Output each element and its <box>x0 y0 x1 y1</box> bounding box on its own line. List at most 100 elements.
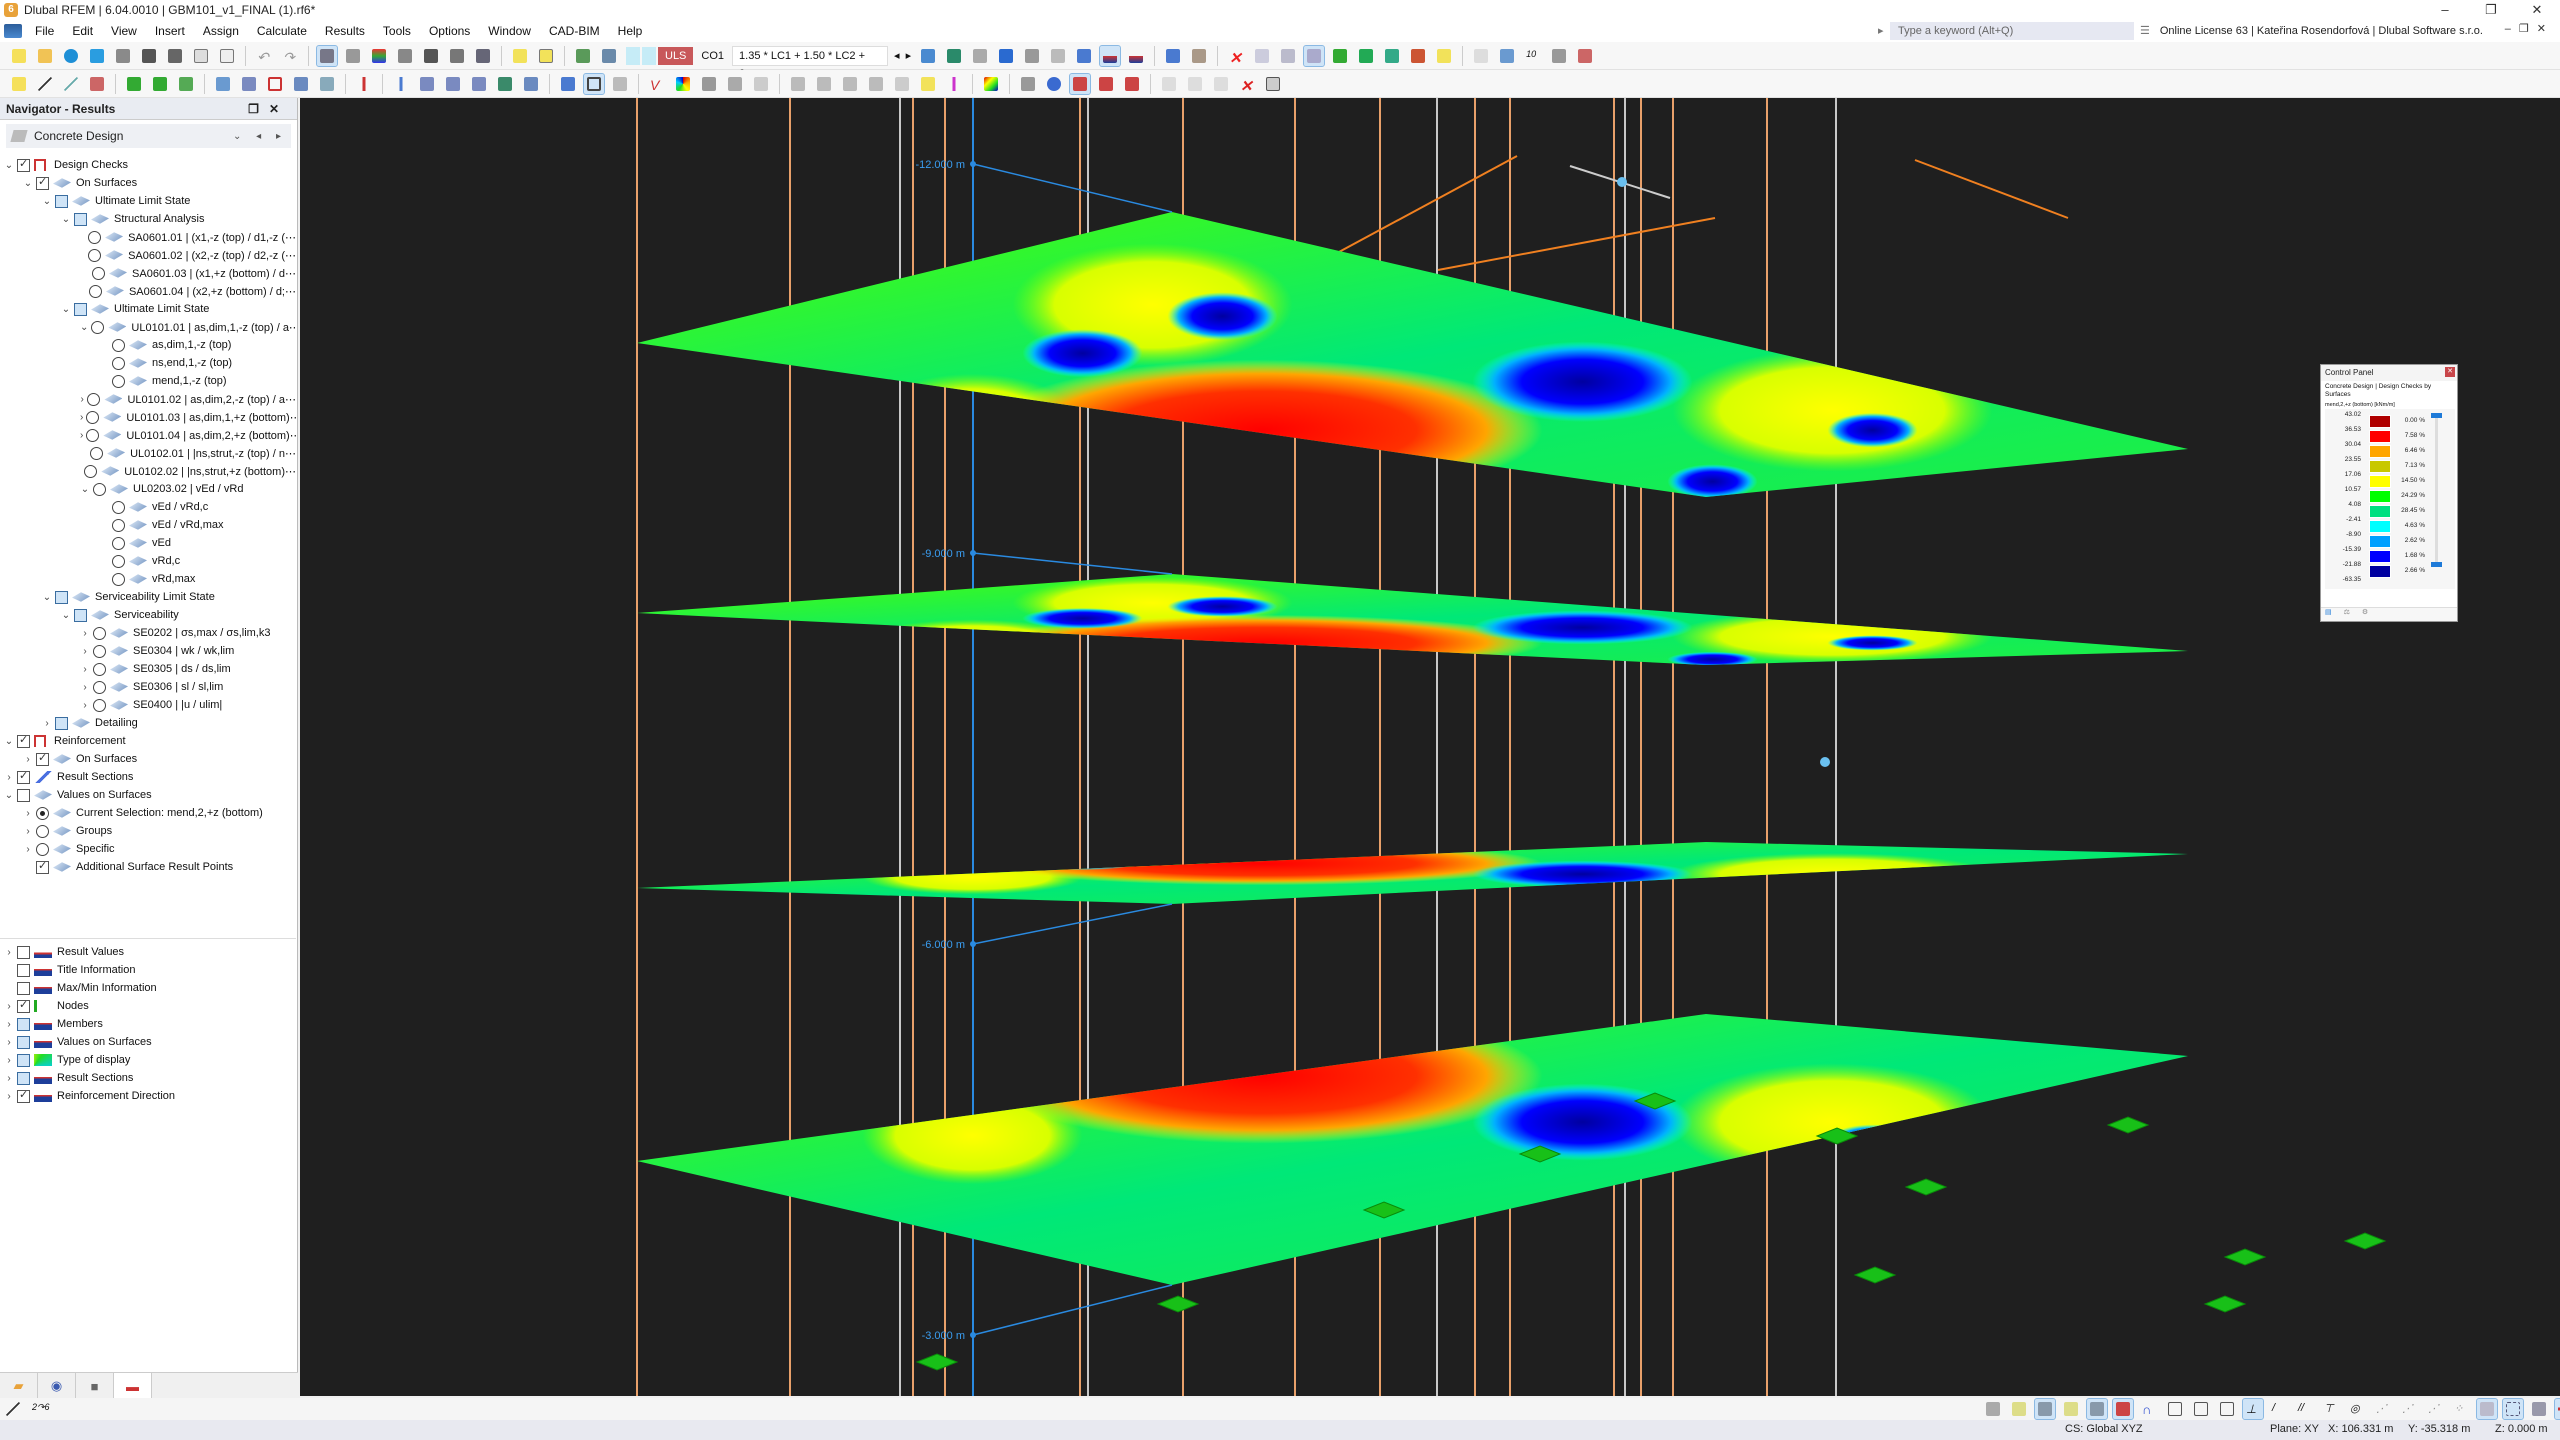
tree-item[interactable]: vEd / vRd,max <box>0 516 296 534</box>
result-settings-icon[interactable] <box>1163 46 1183 66</box>
menu-view[interactable]: View <box>102 24 146 38</box>
radio-button[interactable] <box>112 518 125 532</box>
tab-views[interactable]: ■ <box>76 1373 114 1399</box>
tree-item[interactable]: › SE0202 | σs,max / σs,lim,k3 <box>0 624 296 642</box>
menu-window[interactable]: Window <box>479 24 540 38</box>
result-filter-icon[interactable] <box>918 46 938 66</box>
tree-item[interactable]: ns,end,1,-z (top) <box>0 354 296 372</box>
project-manager-icon[interactable] <box>113 46 133 66</box>
expand-toggle-icon[interactable]: › <box>23 844 33 855</box>
tree-item[interactable]: mend,1,-z (top) <box>0 372 296 390</box>
checkbox[interactable] <box>17 963 30 977</box>
magic-wand-icon[interactable] <box>918 74 938 94</box>
rotate-icon[interactable] <box>1185 74 1205 94</box>
polyline-icon[interactable] <box>87 74 107 94</box>
expand-toggle-icon[interactable]: › <box>4 1055 14 1066</box>
menu-edit[interactable]: Edit <box>63 24 102 38</box>
search-list-icon[interactable]: ☰ <box>2140 25 2150 37</box>
line-results-icon[interactable] <box>751 74 771 94</box>
expand-toggle-icon[interactable]: › <box>23 826 33 837</box>
snap-grid-icon[interactable] <box>1983 1399 2003 1419</box>
tree-item[interactable]: ⌄ Ultimate Limit State <box>0 192 296 210</box>
checkbox[interactable] <box>55 716 68 730</box>
tree-item[interactable]: SA0601.02 | (x2,-z (top) / d2,-z (⋯ <box>0 246 296 264</box>
previous-combination-arrow[interactable]: ◂ <box>894 49 900 62</box>
snap-nearest-icon[interactable]: ⁘ <box>2451 1399 2471 1419</box>
expand-toggle-icon[interactable]: › <box>80 412 83 423</box>
radio-button[interactable] <box>93 662 106 676</box>
new-node-icon[interactable] <box>9 74 29 94</box>
tree-item[interactable]: UL0102.02 | |ns,strut,+z (bottom)⋯ <box>0 462 296 480</box>
tree-item[interactable]: › SE0304 | wk / wk,lim <box>0 642 296 660</box>
legend-tab-icon[interactable]: ▤ <box>2325 609 2332 616</box>
snap-parallel-icon[interactable]: // <box>2295 1399 2315 1419</box>
expand-toggle-icon[interactable]: ⌄ <box>42 196 52 207</box>
snap-tangent-icon[interactable]: ⊤ <box>2321 1399 2341 1419</box>
expand-toggle-icon[interactable]: › <box>80 646 90 657</box>
work-plane-yz-icon[interactable] <box>1096 74 1116 94</box>
checkbox[interactable] <box>36 175 49 190</box>
mirror-icon[interactable] <box>1211 74 1231 94</box>
tree-item[interactable]: › UL0101.02 | as,dim,2,-z (top) / a⋯ <box>0 390 296 408</box>
animation-icon[interactable] <box>610 74 630 94</box>
mesh-results-icon[interactable] <box>1074 46 1094 66</box>
script-icon[interactable] <box>447 46 467 66</box>
nodal-support-icon[interactable] <box>124 74 144 94</box>
screenshot-icon[interactable] <box>1263 74 1283 94</box>
view-z-icon[interactable] <box>1382 46 1402 66</box>
new-opening-icon[interactable] <box>239 74 259 94</box>
expand-toggle-icon[interactable]: › <box>80 700 90 711</box>
checkbox[interactable] <box>17 733 30 748</box>
menu-assign[interactable]: Assign <box>194 24 248 38</box>
dlubal-center-icon[interactable] <box>61 46 81 66</box>
radio-button[interactable] <box>93 482 106 496</box>
new-line-icon[interactable] <box>35 74 55 94</box>
tree-item[interactable]: Max/Min Information <box>0 979 296 997</box>
expand-toggle-icon[interactable]: › <box>4 1091 14 1102</box>
web-service-icon[interactable] <box>87 46 107 66</box>
close-control-panel-icon[interactable]: ✕ <box>2445 367 2455 377</box>
expand-toggle-icon[interactable]: › <box>4 1019 14 1030</box>
checkbox[interactable] <box>17 945 30 959</box>
properties-icon[interactable] <box>395 46 415 66</box>
tree-item[interactable]: SA0601.04 | (x2,+z (bottom) / d;⋯ <box>0 282 296 300</box>
keyword-search-input[interactable]: Type a keyword (Alt+Q) <box>1878 22 2134 40</box>
expand-toggle-icon[interactable]: › <box>23 754 33 765</box>
snap-x-icon[interactable] <box>2217 1399 2237 1419</box>
snap-points-icon[interactable] <box>2009 1399 2029 1419</box>
radio-button[interactable] <box>91 320 105 334</box>
menu-insert[interactable]: Insert <box>146 24 194 38</box>
smooth-1-icon[interactable] <box>788 74 808 94</box>
show-results-icon[interactable] <box>1099 44 1122 67</box>
new-box-icon[interactable] <box>317 74 337 94</box>
tree-item[interactable]: SA0601.03 | (x1,+z (bottom) / d⋯ <box>0 264 296 282</box>
tree-item[interactable]: › Nodes <box>0 997 296 1015</box>
radio-button[interactable] <box>112 338 125 352</box>
tree-item[interactable]: ⌄ UL0101.01 | as,dim,1,-z (top) / a⋯ <box>0 318 296 336</box>
tree-item[interactable]: › Type of display <box>0 1051 296 1069</box>
print-icon[interactable] <box>165 46 185 66</box>
menu-tools[interactable]: Tools <box>374 24 420 38</box>
checkbox[interactable] <box>17 1053 30 1067</box>
calculate-all-icon[interactable] <box>599 46 619 66</box>
checkbox[interactable] <box>17 1017 30 1031</box>
grid-display-icon[interactable] <box>2476 1398 2498 1420</box>
frame-view-icon[interactable] <box>583 72 605 95</box>
dimension-tool-icon[interactable] <box>3 1399 23 1419</box>
member-load-icon[interactable] <box>354 74 374 94</box>
expand-toggle-icon[interactable]: ⌄ <box>80 484 90 495</box>
support-values-icon[interactable] <box>1022 46 1042 66</box>
expand-toggle-icon[interactable]: ⌄ <box>61 214 71 225</box>
tree-item[interactable]: › Reinforcement Direction <box>0 1087 296 1105</box>
snap-cross-icon[interactable] <box>2191 1399 2211 1419</box>
expand-toggle-icon[interactable]: › <box>80 430 83 441</box>
tree-item[interactable]: › Result Values <box>0 943 296 961</box>
expand-toggle-icon[interactable]: ⌄ <box>4 160 14 171</box>
checkbox[interactable] <box>17 981 30 995</box>
surface-select-icon[interactable] <box>510 46 530 66</box>
expand-toggle-icon[interactable]: › <box>80 628 90 639</box>
load-wizard-icon[interactable] <box>521 74 541 94</box>
maximize-button[interactable]: ❐ <box>2468 0 2514 20</box>
move-icon[interactable] <box>1159 74 1179 94</box>
radio-button[interactable] <box>88 230 102 244</box>
